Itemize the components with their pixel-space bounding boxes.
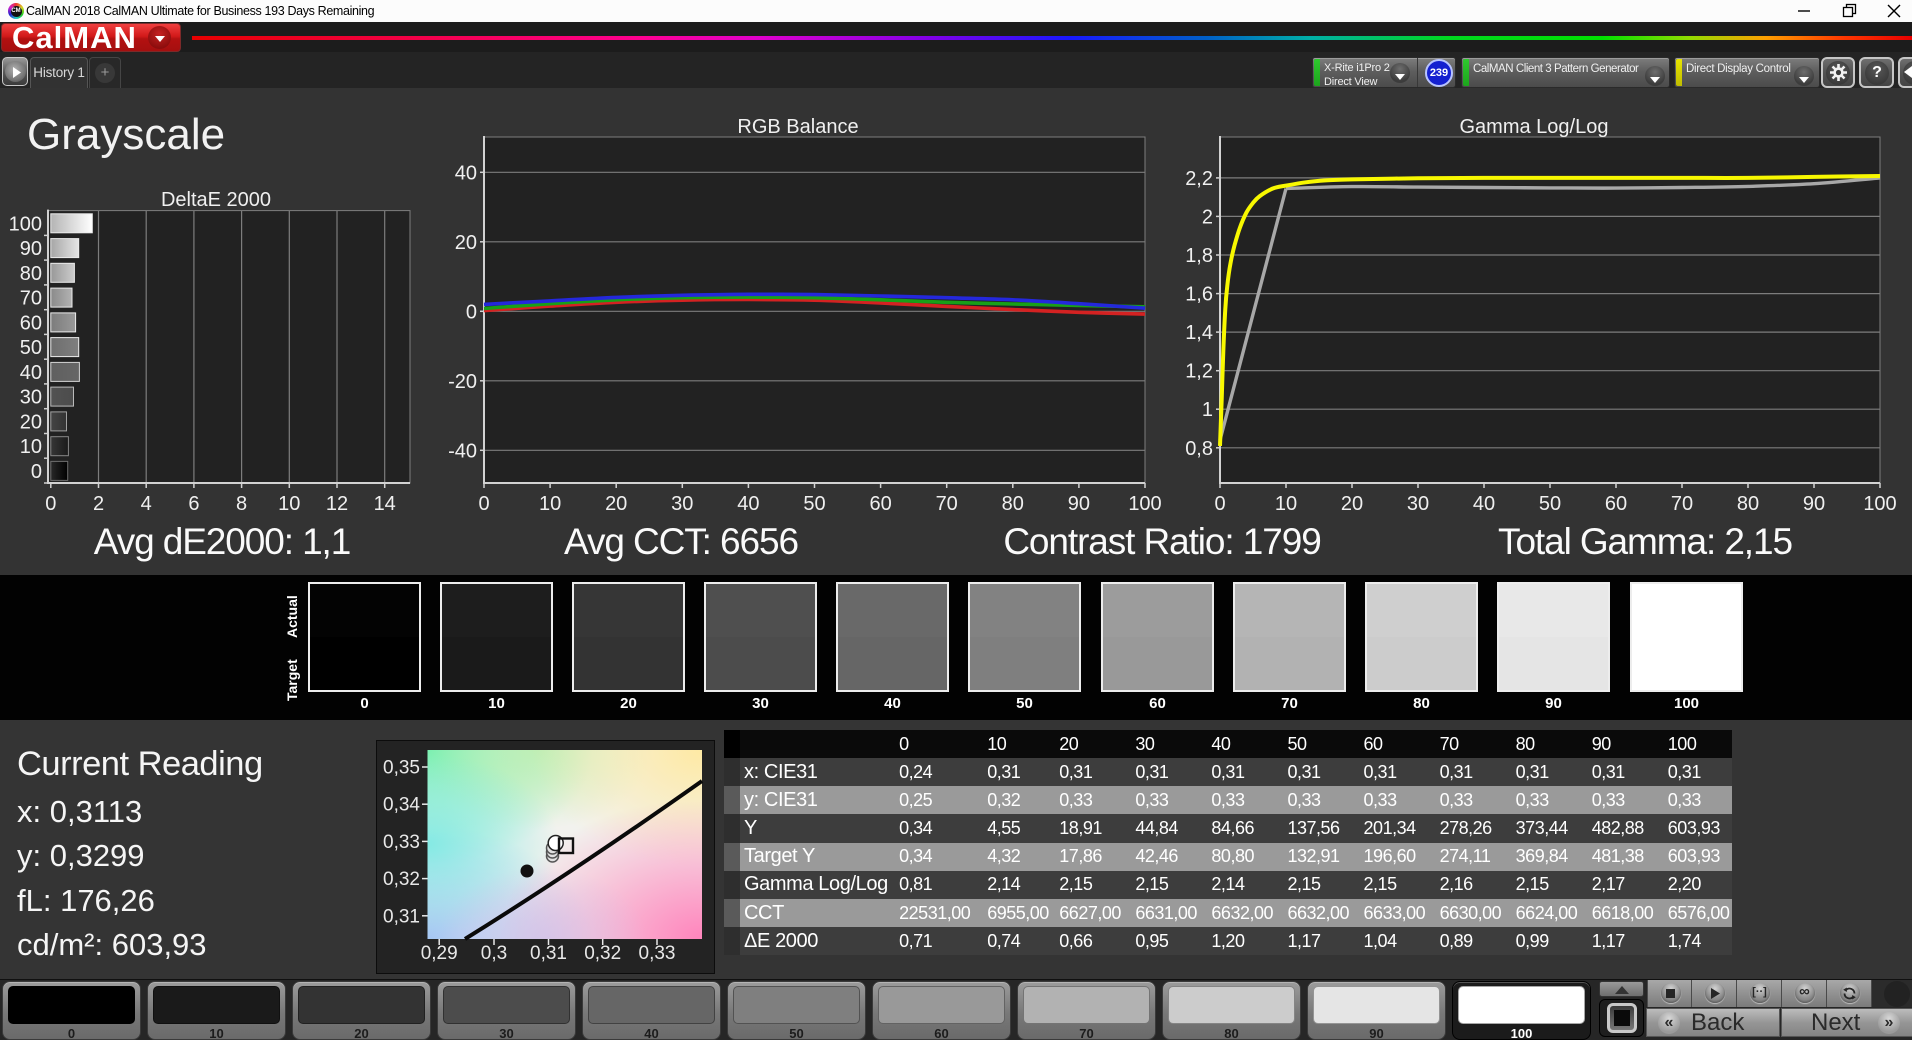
svg-text:1: 1 [1202, 399, 1213, 421]
svg-text:20: 20 [455, 232, 477, 254]
svg-text:RGB Balance: RGB Balance [737, 116, 858, 138]
svg-text:0,29: 0,29 [421, 943, 458, 964]
svg-text:4: 4 [141, 493, 152, 515]
svg-text:10: 10 [1275, 493, 1297, 515]
svg-text:Avg dE2000: 1,1: Avg dE2000: 1,1 [94, 521, 350, 562]
svg-text:30: 30 [1407, 493, 1429, 515]
svg-text:20: 20 [1341, 493, 1363, 515]
svg-text:0,31: 0,31 [383, 906, 420, 927]
svg-text:60: 60 [869, 493, 891, 515]
svg-text:80: 80 [1002, 493, 1024, 515]
svg-text:Total Gamma: 2,15: Total Gamma: 2,15 [1498, 521, 1792, 562]
svg-text:10: 10 [20, 436, 42, 458]
svg-text:100: 100 [1128, 493, 1161, 515]
svg-text:1,4: 1,4 [1185, 322, 1213, 344]
svg-text:0: 0 [466, 301, 477, 323]
svg-text:0,33: 0,33 [383, 832, 420, 853]
svg-text:50: 50 [1539, 493, 1561, 515]
svg-text:8: 8 [236, 493, 247, 515]
svg-text:90: 90 [1068, 493, 1090, 515]
svg-text:0: 0 [478, 493, 489, 515]
svg-text:Avg CCT: 6656: Avg CCT: 6656 [564, 521, 798, 562]
svg-text:0: 0 [45, 493, 56, 515]
svg-text:60: 60 [1605, 493, 1627, 515]
svg-text:2: 2 [1202, 206, 1213, 228]
svg-text:40: 40 [20, 362, 42, 384]
svg-text:10: 10 [278, 493, 300, 515]
svg-text:1,6: 1,6 [1185, 284, 1213, 306]
svg-text:2: 2 [93, 493, 104, 515]
svg-text:40: 40 [1473, 493, 1495, 515]
svg-text:70: 70 [1671, 493, 1693, 515]
svg-text:100: 100 [9, 213, 42, 235]
svg-text:40: 40 [455, 162, 477, 184]
svg-text:1,2: 1,2 [1185, 361, 1213, 383]
svg-text:Contrast Ratio: 1799: Contrast Ratio: 1799 [1003, 521, 1320, 562]
svg-text:90: 90 [1803, 493, 1825, 515]
svg-text:0,32: 0,32 [383, 869, 420, 890]
svg-text:30: 30 [671, 493, 693, 515]
svg-text:90: 90 [20, 238, 42, 260]
svg-text:30: 30 [20, 387, 42, 409]
svg-text:50: 50 [803, 493, 825, 515]
svg-text:0,8: 0,8 [1185, 438, 1213, 460]
svg-text:20: 20 [20, 411, 42, 433]
svg-text:1,8: 1,8 [1185, 245, 1213, 267]
svg-text:0: 0 [1214, 493, 1225, 515]
svg-text:-40: -40 [448, 440, 477, 462]
svg-text:100: 100 [1863, 493, 1896, 515]
svg-text:50: 50 [20, 337, 42, 359]
svg-text:60: 60 [20, 312, 42, 334]
svg-text:DeltaE 2000: DeltaE 2000 [161, 189, 271, 211]
svg-text:6: 6 [188, 493, 199, 515]
svg-text:80: 80 [1737, 493, 1759, 515]
svg-text:Gamma Log/Log: Gamma Log/Log [1460, 116, 1609, 138]
svg-text:-20: -20 [448, 371, 477, 393]
svg-text:0,32: 0,32 [584, 943, 621, 964]
svg-text:0: 0 [31, 461, 42, 483]
svg-text:40: 40 [737, 493, 759, 515]
svg-text:0,3: 0,3 [481, 943, 507, 964]
svg-text:12: 12 [326, 493, 348, 515]
svg-text:80: 80 [20, 263, 42, 285]
svg-text:0,34: 0,34 [383, 795, 420, 816]
svg-text:70: 70 [936, 493, 958, 515]
svg-text:20: 20 [605, 493, 627, 515]
svg-text:10: 10 [539, 493, 561, 515]
svg-text:0,33: 0,33 [639, 943, 676, 964]
svg-text:0,31: 0,31 [530, 943, 567, 964]
svg-text:0,35: 0,35 [383, 758, 420, 779]
svg-text:2,2: 2,2 [1185, 168, 1213, 190]
svg-text:70: 70 [20, 288, 42, 310]
svg-text:14: 14 [374, 493, 396, 515]
